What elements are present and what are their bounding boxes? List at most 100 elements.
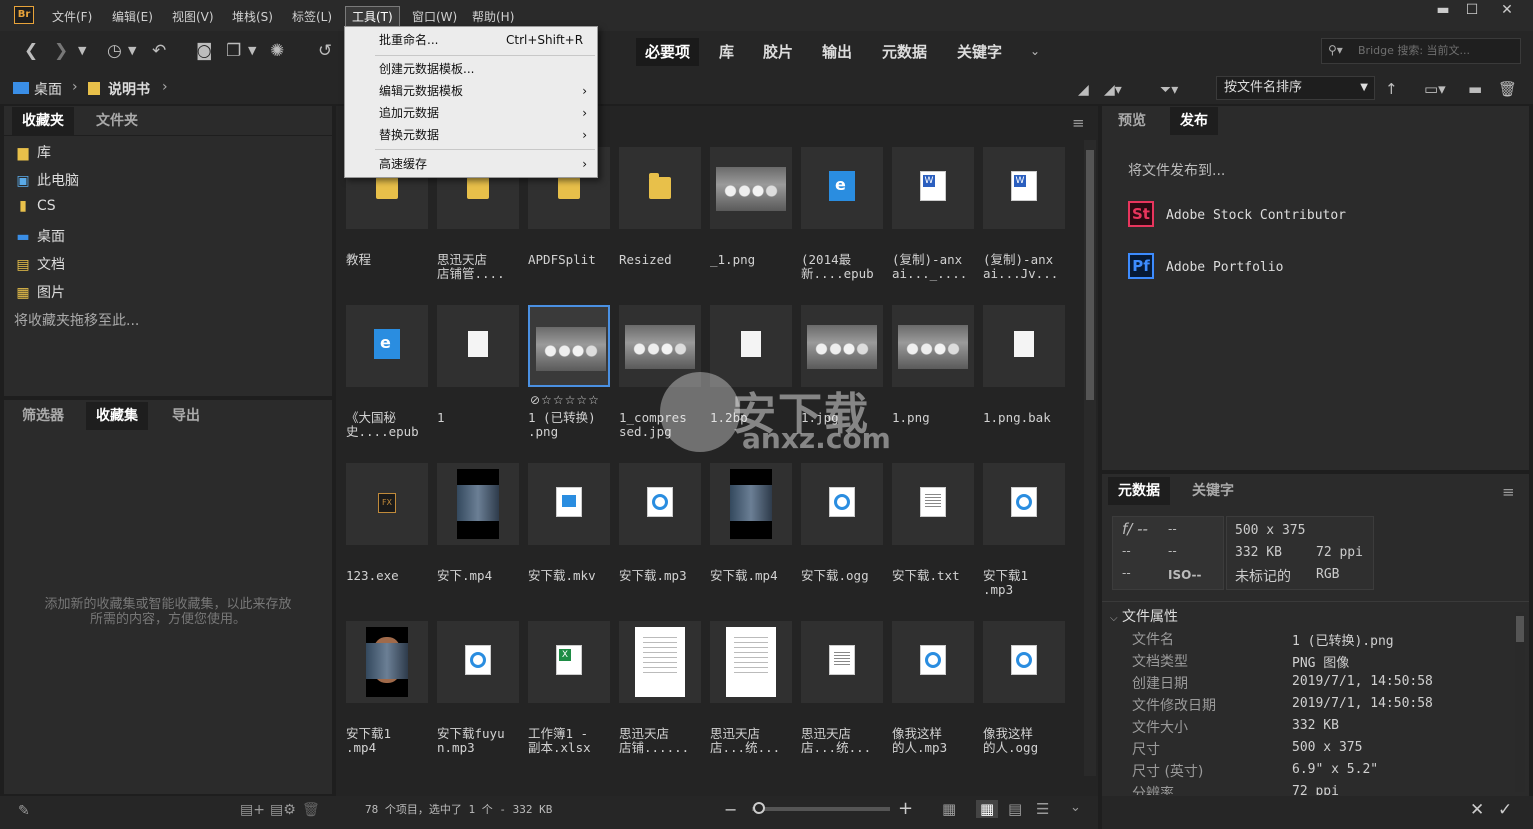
tab-favorites[interactable]: 收藏夹 <box>12 107 74 135</box>
favorite-documents[interactable]: ▤ 文档 <box>15 254 65 274</box>
workspace-metadata[interactable]: 元数据 <box>873 38 936 66</box>
close-button[interactable]: ✕ <box>1494 3 1520 19</box>
file-thumbnail[interactable] <box>801 463 883 545</box>
favorite-library[interactable]: ▆ 库 <box>15 142 51 162</box>
tab-collections[interactable]: 收藏集 <box>86 402 148 430</box>
menu-item-replace-metadata[interactable]: 替换元数据 › <box>345 124 597 146</box>
tab-export[interactable]: 导出 <box>162 402 210 430</box>
refine-icon[interactable]: ✺ <box>270 41 284 61</box>
chevron-down-icon[interactable]: ▼ <box>78 41 86 61</box>
file-thumbnail[interactable] <box>619 621 701 703</box>
publish-adobe-stock[interactable]: Adobe Stock Contributor <box>1166 208 1346 223</box>
file-thumbnail[interactable] <box>437 621 519 703</box>
thumbnail-view-icon[interactable]: ▦ <box>976 800 999 818</box>
quality-icon[interactable]: ◢ <box>1078 80 1089 100</box>
menu-item-batch-rename[interactable]: 批重命名... Ctrl+Shift+R <box>345 29 597 51</box>
file-thumbnail[interactable]: W <box>983 147 1065 229</box>
sort-select[interactable]: 按文件名排序 ▼ <box>1216 76 1375 100</box>
zoom-out-icon[interactable]: − <box>724 800 737 819</box>
breadcrumb-desktop[interactable]: 桌面 <box>34 79 62 99</box>
file-thumbnail[interactable] <box>983 305 1065 387</box>
file-thumbnail[interactable] <box>619 463 701 545</box>
chevron-down-icon[interactable]: ▼ <box>248 41 256 61</box>
back-icon[interactable]: ❮ <box>24 41 38 61</box>
menu-label[interactable]: 标签(L) <box>292 8 332 25</box>
list-view-icon[interactable]: ☰ <box>1036 800 1049 818</box>
search-input[interactable]: Bridge 搜索: 当前文... <box>1321 38 1521 64</box>
file-thumbnail[interactable] <box>710 463 792 545</box>
workspace-library[interactable]: 库 <box>710 38 743 66</box>
workspace-output[interactable]: 输出 <box>813 38 861 66</box>
menu-help[interactable]: 帮助(H) <box>472 8 514 25</box>
file-thumbnail[interactable] <box>983 463 1065 545</box>
file-thumbnail[interactable] <box>710 305 792 387</box>
tab-preview[interactable]: 预览 <box>1108 107 1156 135</box>
maximize-button[interactable]: ☐ <box>1459 3 1485 19</box>
menu-stack[interactable]: 堆栈(S) <box>232 8 273 25</box>
file-thumbnail[interactable] <box>892 305 974 387</box>
chevron-down-icon[interactable]: ▼ <box>128 41 136 61</box>
publish-adobe-portfolio[interactable]: Adobe Portfolio <box>1166 260 1283 275</box>
open-recent-icon[interactable]: ▭▾ <box>1424 79 1446 99</box>
recent-icon[interactable]: ◷ <box>107 41 122 61</box>
search-icon[interactable]: ⚲▾ <box>1328 43 1343 57</box>
file-thumbnail[interactable] <box>892 463 974 545</box>
workspace-essentials[interactable]: 必要项 <box>636 38 700 66</box>
file-thumbnail[interactable]: W <box>892 147 974 229</box>
breadcrumb-folder[interactable]: 说明书 <box>108 79 150 99</box>
file-thumbnail[interactable] <box>528 305 610 387</box>
panel-menu-icon[interactable]: ≡ <box>1072 114 1085 132</box>
file-thumbnail[interactable]: e <box>801 147 883 229</box>
menu-item-append-metadata[interactable]: 追加元数据 › <box>345 102 597 124</box>
workspace-more-icon[interactable]: ⌄ <box>1030 41 1040 61</box>
menu-item-cache[interactable]: 高速缓存 › <box>345 153 597 175</box>
menu-view[interactable]: 视图(V) <box>172 8 214 25</box>
tab-metadata[interactable]: 元数据 <box>1108 477 1170 505</box>
new-smart-collection-icon[interactable]: ▤⚙ <box>270 802 296 818</box>
file-thumbnail[interactable] <box>801 305 883 387</box>
chevron-down-icon[interactable]: ⌄ <box>1070 800 1081 815</box>
file-thumbnail[interactable] <box>437 463 519 545</box>
file-thumbnail[interactable] <box>528 463 610 545</box>
panel-menu-icon[interactable]: ≡ <box>1502 483 1515 501</box>
metadata-scrollbar[interactable] <box>1515 612 1525 792</box>
rotate-icon[interactable]: ↺ <box>318 41 332 61</box>
sort-ascending-icon[interactable]: ↑ <box>1385 79 1398 99</box>
file-thumbnail[interactable] <box>710 147 792 229</box>
file-thumbnail[interactable] <box>710 621 792 703</box>
grid-lock-icon[interactable]: ▦ <box>942 800 956 818</box>
menu-item-create-template[interactable]: 创建元数据模板... <box>345 58 597 80</box>
workspace-filmstrip[interactable]: 胶片 <box>754 38 802 66</box>
favorite-pictures[interactable]: ▦ 图片 <box>15 282 65 302</box>
slider-handle[interactable] <box>753 802 765 814</box>
tab-publish[interactable]: 发布 <box>1170 107 1218 135</box>
new-folder-icon[interactable]: ▬ <box>1468 79 1482 99</box>
file-thumbnail[interactable] <box>346 621 428 703</box>
workspace-keywords[interactable]: 关键字 <box>948 38 1011 66</box>
filter-icon[interactable]: ⏷▾ <box>1160 80 1178 100</box>
copy-icon[interactable]: ❐ <box>226 41 241 61</box>
boomerang-icon[interactable]: ↶ <box>152 41 166 61</box>
menu-window[interactable]: 窗口(W) <box>412 8 457 25</box>
file-thumbnail[interactable] <box>983 621 1065 703</box>
tab-filter[interactable]: 筛选器 <box>12 402 74 430</box>
trash-icon[interactable]: 🗑 <box>1498 79 1517 99</box>
zoom-in-icon[interactable]: + <box>898 798 913 819</box>
file-properties-header[interactable]: ⌵ 文件属性 <box>1110 606 1178 626</box>
rating-stars[interactable]: ⊘☆☆☆☆☆ <box>530 393 600 407</box>
delete-collection-icon[interactable]: 🗑 <box>302 802 320 818</box>
file-thumbnail[interactable]: e <box>346 305 428 387</box>
camera-icon[interactable]: ◙ <box>196 41 213 61</box>
content-scrollbar[interactable] <box>1084 140 1096 776</box>
cancel-icon[interactable]: ✕ <box>1470 800 1484 820</box>
menu-edit[interactable]: 编辑(E) <box>112 8 153 25</box>
file-thumbnail[interactable] <box>619 147 701 229</box>
favorite-desktop[interactable]: ▬ 桌面 <box>15 226 65 246</box>
edit-icon[interactable]: ✎ <box>18 803 30 819</box>
file-thumbnail[interactable] <box>801 621 883 703</box>
new-collection-icon[interactable]: ▤+ <box>240 802 265 818</box>
thumbnail-size-slider[interactable] <box>752 807 890 811</box>
rating-filter-icon[interactable]: ◢▾ <box>1104 80 1122 100</box>
menu-tools[interactable]: 工具(T) <box>345 6 400 27</box>
tab-folders[interactable]: 文件夹 <box>86 107 148 135</box>
